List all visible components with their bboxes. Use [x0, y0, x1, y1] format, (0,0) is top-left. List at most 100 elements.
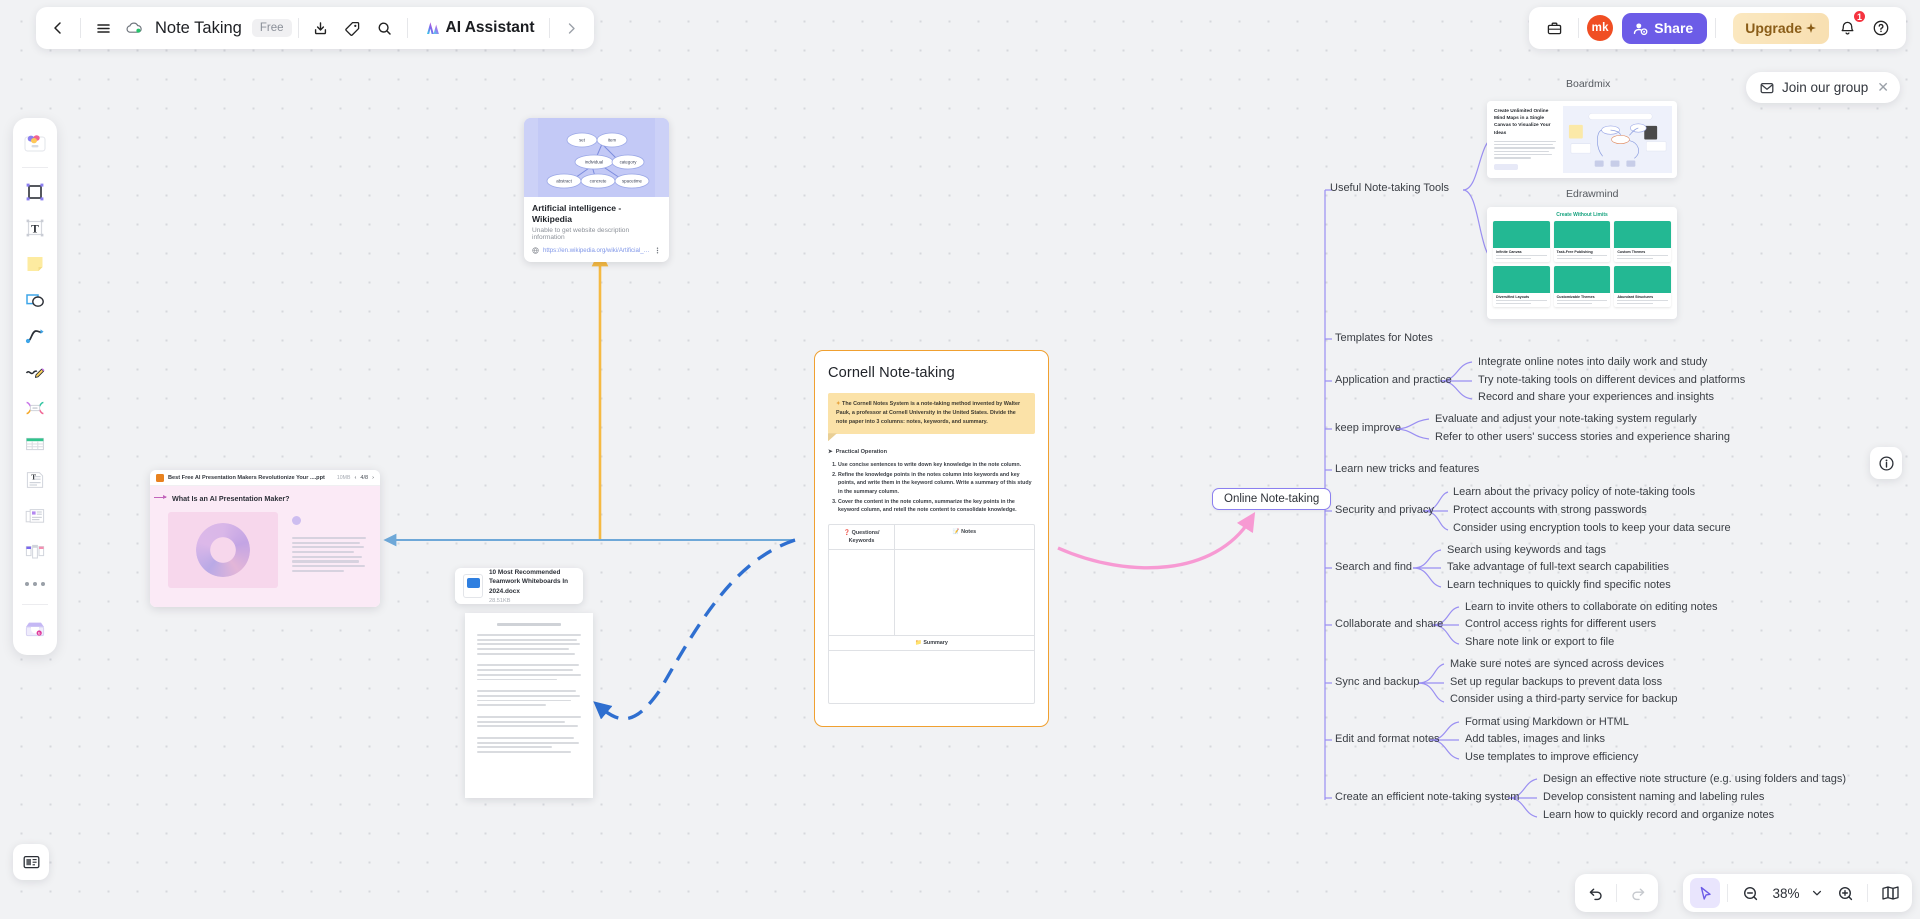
- mindmap-leaf-6-1[interactable]: Take advantage of full-text search capab…: [1447, 561, 1669, 574]
- mindmap-leaf-2-1[interactable]: Try note-taking tools on different devic…: [1478, 374, 1745, 387]
- text-tool[interactable]: T: [18, 211, 52, 245]
- cell-questions[interactable]: [829, 549, 895, 635]
- frame-tool[interactable]: [18, 175, 52, 209]
- kanban-tool[interactable]: [18, 535, 52, 569]
- connector-tool[interactable]: [18, 319, 52, 353]
- mindmap-branch-6[interactable]: Search and find: [1335, 561, 1412, 574]
- close-icon[interactable]: ✕: [1877, 79, 1889, 96]
- download-button[interactable]: [305, 12, 337, 44]
- tag-button[interactable]: [337, 12, 369, 44]
- mindmap-branch-7[interactable]: Collaborate and share: [1335, 618, 1443, 631]
- list-item[interactable]: Infinite Canvas: [1493, 221, 1550, 262]
- ppt-next-button[interactable]: ›: [372, 475, 374, 481]
- info-button[interactable]: [1870, 447, 1902, 479]
- boardmix-cta-button[interactable]: [1494, 163, 1518, 170]
- zoom-in-button[interactable]: [1830, 878, 1860, 908]
- list-item[interactable]: Abundant Structures: [1614, 265, 1671, 307]
- list-item[interactable]: Custom Themes: [1614, 221, 1671, 262]
- back-button[interactable]: [42, 12, 74, 44]
- cell-notes[interactable]: [895, 550, 1034, 635]
- docx-file-chip[interactable]: 10 Most Recommended Teamwork Whiteboards…: [455, 568, 583, 604]
- ai-assistant-button[interactable]: AI Assistant: [414, 12, 543, 44]
- wiki-url-row[interactable]: https://en.wikipedia.org/wiki/Artificial…: [532, 247, 661, 254]
- redo-button[interactable]: [1623, 878, 1653, 908]
- summary-cell[interactable]: [829, 651, 1034, 703]
- list-item[interactable]: Customizable Themes: [1553, 265, 1611, 307]
- cloud-status-button[interactable]: [119, 12, 153, 44]
- mindmap-branch-8[interactable]: Sync and backup: [1335, 676, 1419, 689]
- card-tool[interactable]: [18, 499, 52, 533]
- mindmap-leaf-2-0[interactable]: Integrate online notes into daily work a…: [1478, 356, 1707, 369]
- mindmap-leaf-7-2[interactable]: Share note link or export to file: [1465, 636, 1614, 649]
- upgrade-button[interactable]: Upgrade: [1733, 12, 1829, 44]
- boardmix-preview-card[interactable]: Create Unlimited Online Mind Maps in a S…: [1487, 101, 1677, 178]
- mindmap-branch-2[interactable]: Application and practice: [1335, 374, 1452, 387]
- more-vertical-icon[interactable]: [654, 247, 661, 254]
- mindmap-leaf-10-1[interactable]: Develop consistent naming and labeling r…: [1543, 791, 1764, 804]
- more-tools[interactable]: [18, 571, 52, 597]
- edrawmind-preview-card[interactable]: Create Without Limits Infinite Canvas Ta…: [1487, 207, 1677, 319]
- expand-panel-button[interactable]: [556, 12, 588, 44]
- present-mode-button[interactable]: [13, 844, 49, 880]
- cursor-tool-button[interactable]: [1690, 878, 1720, 908]
- mindmap-leaf-10-0[interactable]: Design an effective note structure (e.g.…: [1543, 773, 1846, 786]
- mindmap-leaf-2-2[interactable]: Record and share your experiences and in…: [1478, 391, 1714, 404]
- mindmap-branch-1[interactable]: Templates for Notes: [1335, 332, 1433, 345]
- mindmap-leaf-5-1[interactable]: Protect accounts with strong passwords: [1453, 504, 1647, 517]
- help-button[interactable]: [1865, 12, 1897, 44]
- mindmap-leaf-3-1[interactable]: Refer to other users' success stories an…: [1435, 431, 1730, 444]
- notifications-button[interactable]: 1: [1831, 10, 1866, 44]
- undo-button[interactable]: [1580, 878, 1610, 908]
- mindmap-branch-10[interactable]: Create an efficient note-taking system: [1335, 791, 1519, 804]
- minimap-button[interactable]: [1875, 878, 1905, 908]
- menu-button[interactable]: [87, 12, 119, 44]
- pen-tool[interactable]: [18, 355, 52, 389]
- mindmap-leaf-5-0[interactable]: Learn about the privacy policy of note-t…: [1453, 486, 1695, 499]
- mindmap-leaf-6-0[interactable]: Search using keywords and tags: [1447, 544, 1606, 557]
- mindmap-branch-5[interactable]: Security and privacy: [1335, 504, 1434, 517]
- mindmap-leaf-9-0[interactable]: Format using Markdown or HTML: [1465, 716, 1629, 729]
- ppt-preview-card[interactable]: Best Free AI Presentation Makers Revolut…: [150, 470, 380, 607]
- list-item[interactable]: Diversified Layouts: [1493, 265, 1550, 307]
- mindmap-leaf-5-2[interactable]: Consider using encryption tools to keep …: [1453, 522, 1731, 535]
- mindmap-root-node[interactable]: Online Note-taking: [1212, 488, 1332, 510]
- mindmap-leaf-8-0[interactable]: Make sure notes are synced across device…: [1450, 658, 1664, 671]
- wiki-url[interactable]: https://en.wikipedia.org/wiki/Artificial…: [543, 247, 650, 254]
- templates-tool[interactable]: [18, 126, 52, 160]
- resource-library[interactable]: b: [18, 612, 52, 646]
- mindmap-branch-4[interactable]: Learn new tricks and features: [1335, 463, 1479, 476]
- mindmap-leaf-7-0[interactable]: Learn to invite others to collaborate on…: [1465, 601, 1718, 614]
- ppt-prev-button[interactable]: ‹: [354, 475, 356, 481]
- mindmap-leaf-3-0[interactable]: Evaluate and adjust your note-taking sys…: [1435, 413, 1697, 426]
- wikipedia-link-card[interactable]: set item individual category abstract concr…: [524, 118, 669, 263]
- share-button[interactable]: Share: [1622, 12, 1708, 44]
- avatar[interactable]: mk: [1587, 15, 1614, 41]
- mindmap-tool[interactable]: [18, 391, 52, 425]
- zoom-menu-button[interactable]: [1807, 878, 1827, 908]
- mindmap-leaf-9-1[interactable]: Add tables, images and links: [1465, 733, 1605, 746]
- sticky-note-tool[interactable]: [18, 247, 52, 281]
- mindmap-branch-9[interactable]: Edit and format notes: [1335, 733, 1440, 746]
- zoom-level[interactable]: 38%: [1768, 886, 1804, 901]
- mindmap-leaf-8-2[interactable]: Consider using a third-party service for…: [1450, 693, 1677, 706]
- table-tool[interactable]: [18, 427, 52, 461]
- zoom-out-button[interactable]: [1735, 878, 1765, 908]
- mindmap-leaf-6-2[interactable]: Learn techniques to quickly find specifi…: [1447, 579, 1671, 592]
- mindmap-leaf-8-1[interactable]: Set up regular backups to prevent data l…: [1450, 676, 1662, 689]
- toolbox-button[interactable]: [1538, 12, 1570, 44]
- note-tool[interactable]: T: [18, 463, 52, 497]
- shape-tool[interactable]: [18, 283, 52, 317]
- document-title[interactable]: Note Taking: [153, 19, 246, 38]
- cornell-note-card[interactable]: Cornell Note-taking ✦ The Cornell Notes …: [814, 350, 1049, 727]
- search-button[interactable]: [369, 12, 401, 44]
- list-item[interactable]: Task-Free Publishing: [1553, 221, 1611, 262]
- sparkle-icon: ✦: [836, 401, 841, 407]
- table-body-row[interactable]: [829, 549, 1034, 636]
- mindmap-leaf-10-2[interactable]: Learn how to quickly record and organize…: [1543, 809, 1774, 822]
- document-preview[interactable]: [465, 613, 593, 798]
- mindmap-leaf-9-2[interactable]: Use templates to improve efficiency: [1465, 751, 1638, 764]
- mindmap-branch-3[interactable]: keep improve: [1335, 422, 1401, 435]
- join-group-banner[interactable]: Join our group ✕: [1745, 72, 1900, 103]
- mindmap-branch-0[interactable]: Useful Note-taking Tools: [1330, 182, 1449, 195]
- mindmap-leaf-7-1[interactable]: Control access rights for different user…: [1465, 618, 1656, 631]
